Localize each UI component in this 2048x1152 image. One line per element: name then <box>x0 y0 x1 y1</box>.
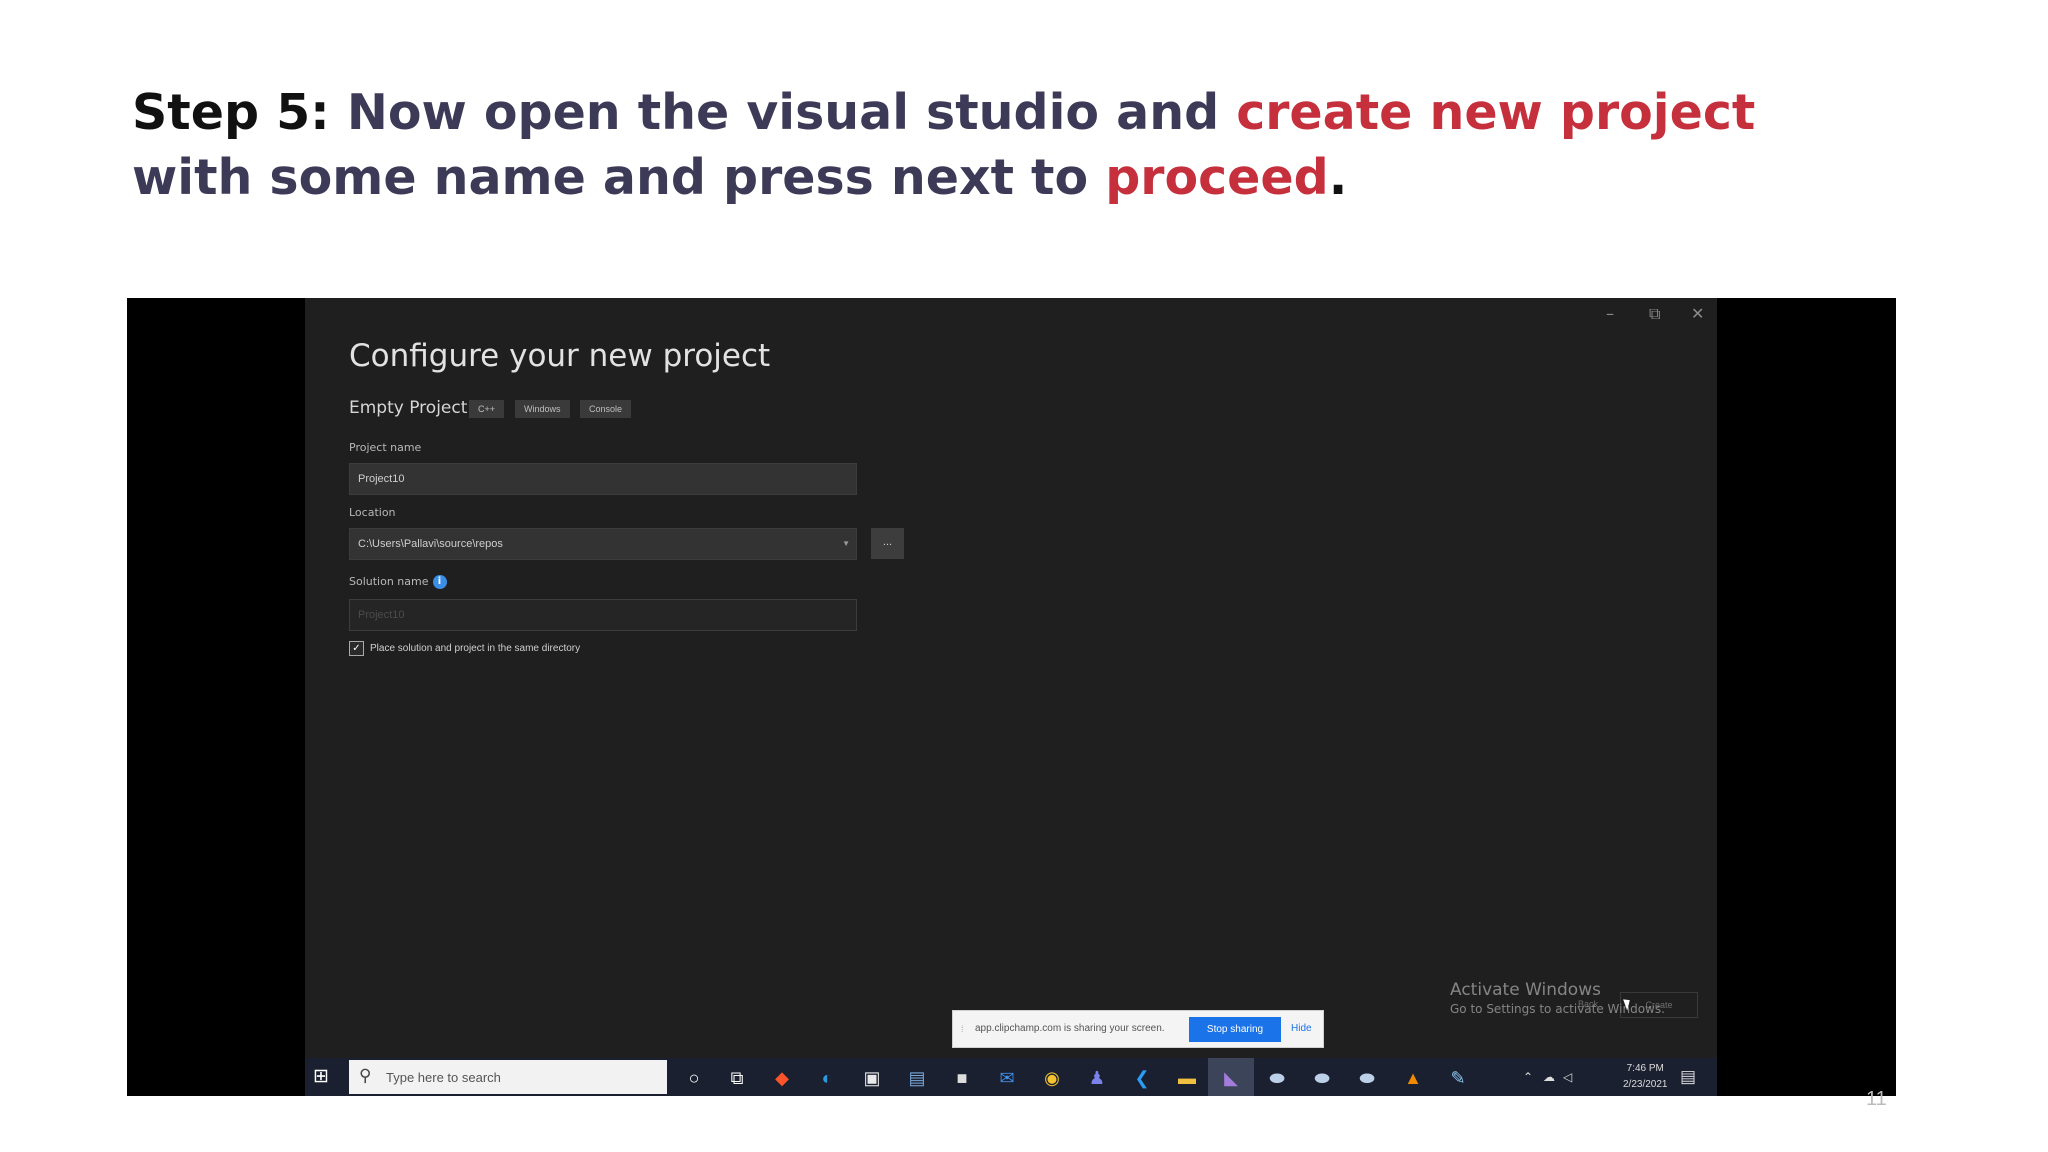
app-icon[interactable]: ⬬ <box>1310 1066 1334 1090</box>
project-name-label: Project name <box>349 441 422 454</box>
tag-cpp: C++ <box>469 400 505 418</box>
checkbox-checked-icon[interactable]: ✓ <box>349 641 364 656</box>
title-step-label: Step 5: <box>132 84 330 141</box>
solution-name-value: Project10 <box>358 609 405 621</box>
same-directory-option[interactable]: ✓ Place solution and project in the same … <box>349 641 580 656</box>
close-button[interactable]: ✕ <box>1691 304 1704 323</box>
hide-button[interactable]: Hide <box>1291 1023 1312 1034</box>
chrome-icon[interactable]: ◉ <box>1040 1066 1064 1090</box>
edge-icon[interactable]: ◐ <box>815 1066 839 1090</box>
location-value: C:\Users\Pallavi\source\repos <box>358 538 503 550</box>
brave-icon[interactable]: ◆ <box>770 1066 794 1090</box>
screen-recording: – ⧉ ✕ Configure your new project Empty P… <box>127 298 1896 1096</box>
visual-studio-icon[interactable]: ◣ <box>1219 1066 1243 1090</box>
title-highlight-2: proceed <box>1105 149 1329 206</box>
vlc-icon[interactable]: ▲ <box>1401 1066 1425 1090</box>
search-icon: ⚲ <box>359 1066 372 1085</box>
mail-icon[interactable]: ✉ <box>995 1066 1019 1090</box>
chevron-down-icon: ▼ <box>842 539 850 548</box>
tag-windows: Windows <box>515 400 570 418</box>
vscode-icon[interactable]: ❮ <box>1130 1066 1154 1090</box>
app-icon[interactable]: ⬬ <box>1265 1066 1289 1090</box>
onedrive-icon[interactable]: ☁ <box>1543 1070 1555 1084</box>
tag-console: Console <box>580 400 632 418</box>
store-icon[interactable]: ▣ <box>860 1066 884 1090</box>
activate-windows-watermark: Activate Windows Go to Settings to activ… <box>1450 980 1665 1016</box>
info-icon[interactable]: i <box>432 575 447 589</box>
windows-start-icon[interactable]: ⊞ <box>313 1067 329 1087</box>
search-placeholder: Type here to search <box>386 1070 501 1085</box>
share-message: app.clipchamp.com is sharing your screen… <box>975 1023 1165 1034</box>
volume-icon[interactable]: ◁ <box>1563 1070 1572 1084</box>
slide-title: Step 5: Now open the visual studio and c… <box>132 80 1892 210</box>
file-explorer-icon[interactable]: ▬ <box>1175 1066 1199 1090</box>
project-name-value: Project10 <box>358 473 405 485</box>
browse-button[interactable]: ... <box>871 528 904 559</box>
minimize-button[interactable]: – <box>1606 304 1614 323</box>
title-text-1: Now open the visual studio and <box>329 84 1237 141</box>
task-view-icon[interactable]: ⧉ <box>725 1066 749 1090</box>
page-number: 11 <box>1866 1088 1887 1110</box>
taskbar: ⊞ ⚲ Type here to search ○ ⧉ ◆ ◐ ▣ ▤ ■ ✉ … <box>305 1058 1717 1096</box>
teams-icon[interactable]: ♟ <box>1085 1066 1109 1090</box>
terminal-icon[interactable]: ■ <box>950 1066 974 1090</box>
visual-studio-window: – ⧉ ✕ Configure your new project Empty P… <box>305 298 1717 1096</box>
solution-name-input[interactable]: Project10 <box>349 599 857 631</box>
notification-icon[interactable]: ▤ <box>1680 1067 1696 1087</box>
notepad-icon[interactable]: ✎ <box>1446 1066 1470 1090</box>
clock-time: 7:46 PM <box>1626 1063 1664 1074</box>
title-highlight-1: create new project <box>1236 84 1756 141</box>
dialog-heading: Configure your new project <box>349 338 771 374</box>
app-icon[interactable]: ⬬ <box>1355 1066 1379 1090</box>
tray-chevron-up-icon[interactable]: ⌃ <box>1523 1070 1533 1084</box>
same-directory-label: Place solution and project in the same d… <box>370 643 581 655</box>
restore-button[interactable]: ⧉ <box>1649 304 1660 324</box>
watermark-line-1: Activate Windows <box>1450 980 1601 1000</box>
screen-share-bar: ⁞ app.clipchamp.com is sharing your scre… <box>952 1010 1324 1048</box>
cortana-icon[interactable]: ○ <box>682 1066 706 1090</box>
solution-name-label: Solution name i <box>349 575 447 589</box>
project-name-input[interactable]: Project10 <box>349 463 857 495</box>
app-icon[interactable]: ▤ <box>905 1066 929 1090</box>
template-name: Empty Project <box>349 398 468 418</box>
location-label: Location <box>349 506 396 519</box>
watermark-line-2: Go to Settings to activate Windows. <box>1450 1002 1665 1016</box>
taskbar-clock[interactable]: 7:46 PM 2/23/2021 <box>1623 1061 1668 1093</box>
stop-sharing-button[interactable]: Stop sharing <box>1189 1017 1281 1042</box>
location-select[interactable]: C:\Users\Pallavi\source\repos ▼ <box>349 528 857 560</box>
solution-name-label-text: Solution name <box>349 575 429 588</box>
drag-handle-icon[interactable]: ⁞ <box>961 1024 964 1034</box>
taskbar-search-box[interactable]: ⚲ Type here to search <box>349 1060 667 1094</box>
title-text-2: with some name and press next to <box>132 149 1106 206</box>
title-period: . <box>1328 149 1348 206</box>
clock-date: 2/23/2021 <box>1623 1079 1668 1090</box>
